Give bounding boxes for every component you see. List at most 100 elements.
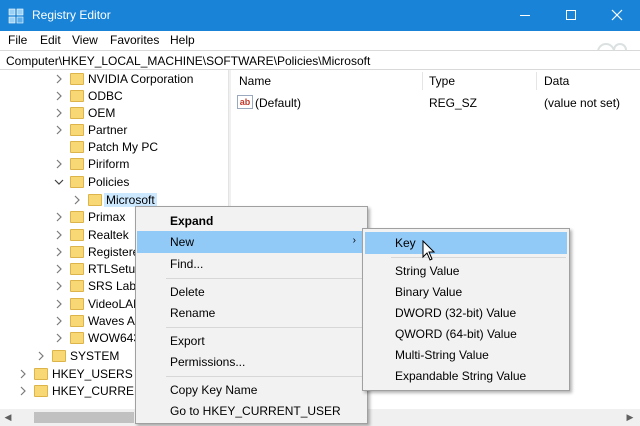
folder-icon	[70, 280, 84, 292]
folder-icon	[70, 124, 84, 136]
chevron-right-icon[interactable]	[54, 91, 64, 101]
registry-editor-icon	[8, 8, 24, 24]
context-menu: Expand New › Find... Delete Rename Expor…	[135, 206, 368, 424]
maximize-button[interactable]	[548, 0, 594, 31]
submenu-item-string-value[interactable]: String Value	[365, 260, 567, 282]
menu-separator	[166, 376, 362, 377]
menu-favorites[interactable]: Favorites	[110, 33, 159, 47]
menu-item-rename[interactable]: Rename	[137, 302, 366, 324]
tree-node-label: RTLSetup	[88, 262, 142, 276]
column-header-name[interactable]: Name	[239, 74, 271, 88]
column-divider[interactable]	[536, 72, 537, 90]
minimize-icon	[520, 15, 530, 16]
tree-node-label: Patch My PC	[88, 140, 159, 154]
menu-item-label: Key	[395, 236, 416, 250]
value-name[interactable]: (Default)	[255, 96, 301, 110]
ab-string-icon: ab	[237, 95, 253, 109]
menu-help[interactable]: Help	[170, 33, 195, 47]
menu-item-export[interactable]: Export	[137, 330, 366, 352]
menu-bar: File Edit View Favorites Help	[0, 31, 640, 50]
menu-item-delete[interactable]: Delete	[137, 281, 366, 303]
menu-file[interactable]: File	[8, 33, 27, 47]
submenu-item-qword-value[interactable]: QWORD (64-bit) Value	[365, 323, 567, 345]
menu-item-new[interactable]: New ›	[137, 231, 366, 253]
submenu-arrow-icon: ›	[352, 235, 356, 246]
chevron-right-icon[interactable]	[54, 74, 64, 84]
scroll-right-icon[interactable]: ▶	[624, 412, 636, 423]
folder-icon	[70, 90, 84, 102]
folder-icon	[34, 385, 48, 397]
chevron-right-icon[interactable]	[54, 159, 64, 169]
menu-item-copy-key-name[interactable]: Copy Key Name	[137, 379, 366, 401]
chevron-right-icon[interactable]	[54, 333, 64, 343]
tree-node-label: Waves A	[88, 314, 135, 328]
submenu-item-multi-string-value[interactable]: Multi-String Value	[365, 344, 567, 366]
folder-icon	[70, 158, 84, 170]
folder-icon	[70, 246, 84, 258]
menu-item-label: Rename	[170, 306, 216, 320]
value-type: REG_SZ	[429, 96, 478, 110]
folder-icon	[52, 350, 66, 362]
tree-node-label: NVIDIA Corporation	[88, 72, 194, 86]
menu-separator	[166, 278, 362, 279]
column-divider[interactable]	[422, 72, 423, 90]
menu-item-label: Go to HKEY_CURRENT_USER	[170, 404, 341, 418]
chevron-right-icon[interactable]	[54, 281, 64, 291]
tree-node-label: OEM	[88, 106, 116, 120]
menu-item-goto-hkcu[interactable]: Go to HKEY_CURRENT_USER	[137, 400, 366, 422]
tree-node-label: WOW643	[88, 331, 141, 345]
close-icon	[611, 9, 623, 21]
menu-edit[interactable]: Edit	[40, 33, 61, 47]
submenu-item-binary-value[interactable]: Binary Value	[365, 281, 567, 303]
close-button[interactable]	[594, 0, 640, 31]
chevron-right-icon[interactable]	[72, 195, 82, 205]
folder-icon	[70, 141, 84, 153]
menu-item-label: String Value	[395, 264, 460, 278]
menu-item-find[interactable]: Find...	[137, 253, 366, 275]
tree-node-label: SYSTEM	[70, 349, 120, 363]
folder-icon	[70, 315, 84, 327]
chevron-right-icon[interactable]	[54, 230, 64, 240]
chevron-down-icon[interactable]	[54, 177, 64, 187]
menu-item-label: DWORD (32-bit) Value	[395, 306, 517, 320]
submenu-item-key[interactable]: Key	[365, 232, 567, 254]
tree-node-label: VideoLAN	[88, 297, 142, 311]
minimize-button[interactable]	[502, 0, 548, 31]
tree-node-label: Policies	[88, 175, 130, 189]
menu-item-expand[interactable]: Expand	[137, 210, 366, 232]
chevron-right-icon[interactable]	[54, 108, 64, 118]
new-submenu: Key String Value Binary Value DWORD (32-…	[362, 228, 570, 391]
menu-item-label: Multi-String Value	[395, 348, 489, 362]
chevron-right-icon[interactable]	[18, 369, 28, 379]
tree-node-label: Realtek	[88, 228, 129, 242]
folder-icon	[70, 263, 84, 275]
chevron-right-icon[interactable]	[18, 386, 28, 396]
chevron-right-icon[interactable]	[54, 316, 64, 326]
folder-icon	[88, 194, 102, 206]
mouse-pointer-icon	[422, 240, 436, 261]
window-title: Registry Editor	[32, 8, 111, 22]
tree-node-label: Registere	[88, 245, 140, 259]
chevron-right-icon[interactable]	[54, 299, 64, 309]
scroll-left-icon[interactable]: ◀	[2, 412, 14, 423]
submenu-item-expandable-string-value[interactable]: Expandable String Value	[365, 365, 567, 387]
tree-node-label: Piriform	[88, 157, 130, 171]
menu-view[interactable]: View	[72, 33, 98, 47]
address-bar[interactable]: Computer\HKEY_LOCAL_MACHINE\SOFTWARE\Pol…	[0, 50, 640, 70]
chevron-right-icon[interactable]	[54, 247, 64, 257]
chevron-right-icon[interactable]	[54, 212, 64, 222]
folder-open-icon	[70, 176, 84, 188]
menu-item-permissions[interactable]: Permissions...	[137, 351, 366, 373]
folder-icon	[70, 229, 84, 241]
maximize-icon	[566, 10, 576, 20]
folder-icon	[70, 211, 84, 223]
chevron-right-icon[interactable]	[36, 351, 46, 361]
folder-icon	[70, 298, 84, 310]
submenu-item-dword-value[interactable]: DWORD (32-bit) Value	[365, 302, 567, 324]
chevron-right-icon[interactable]	[54, 125, 64, 135]
chevron-right-icon[interactable]	[54, 264, 64, 274]
title-bar: Registry Editor	[0, 0, 640, 31]
column-header-type[interactable]: Type	[429, 74, 455, 88]
column-header-data[interactable]: Data	[544, 74, 569, 88]
scroll-thumb[interactable]	[34, 412, 134, 423]
